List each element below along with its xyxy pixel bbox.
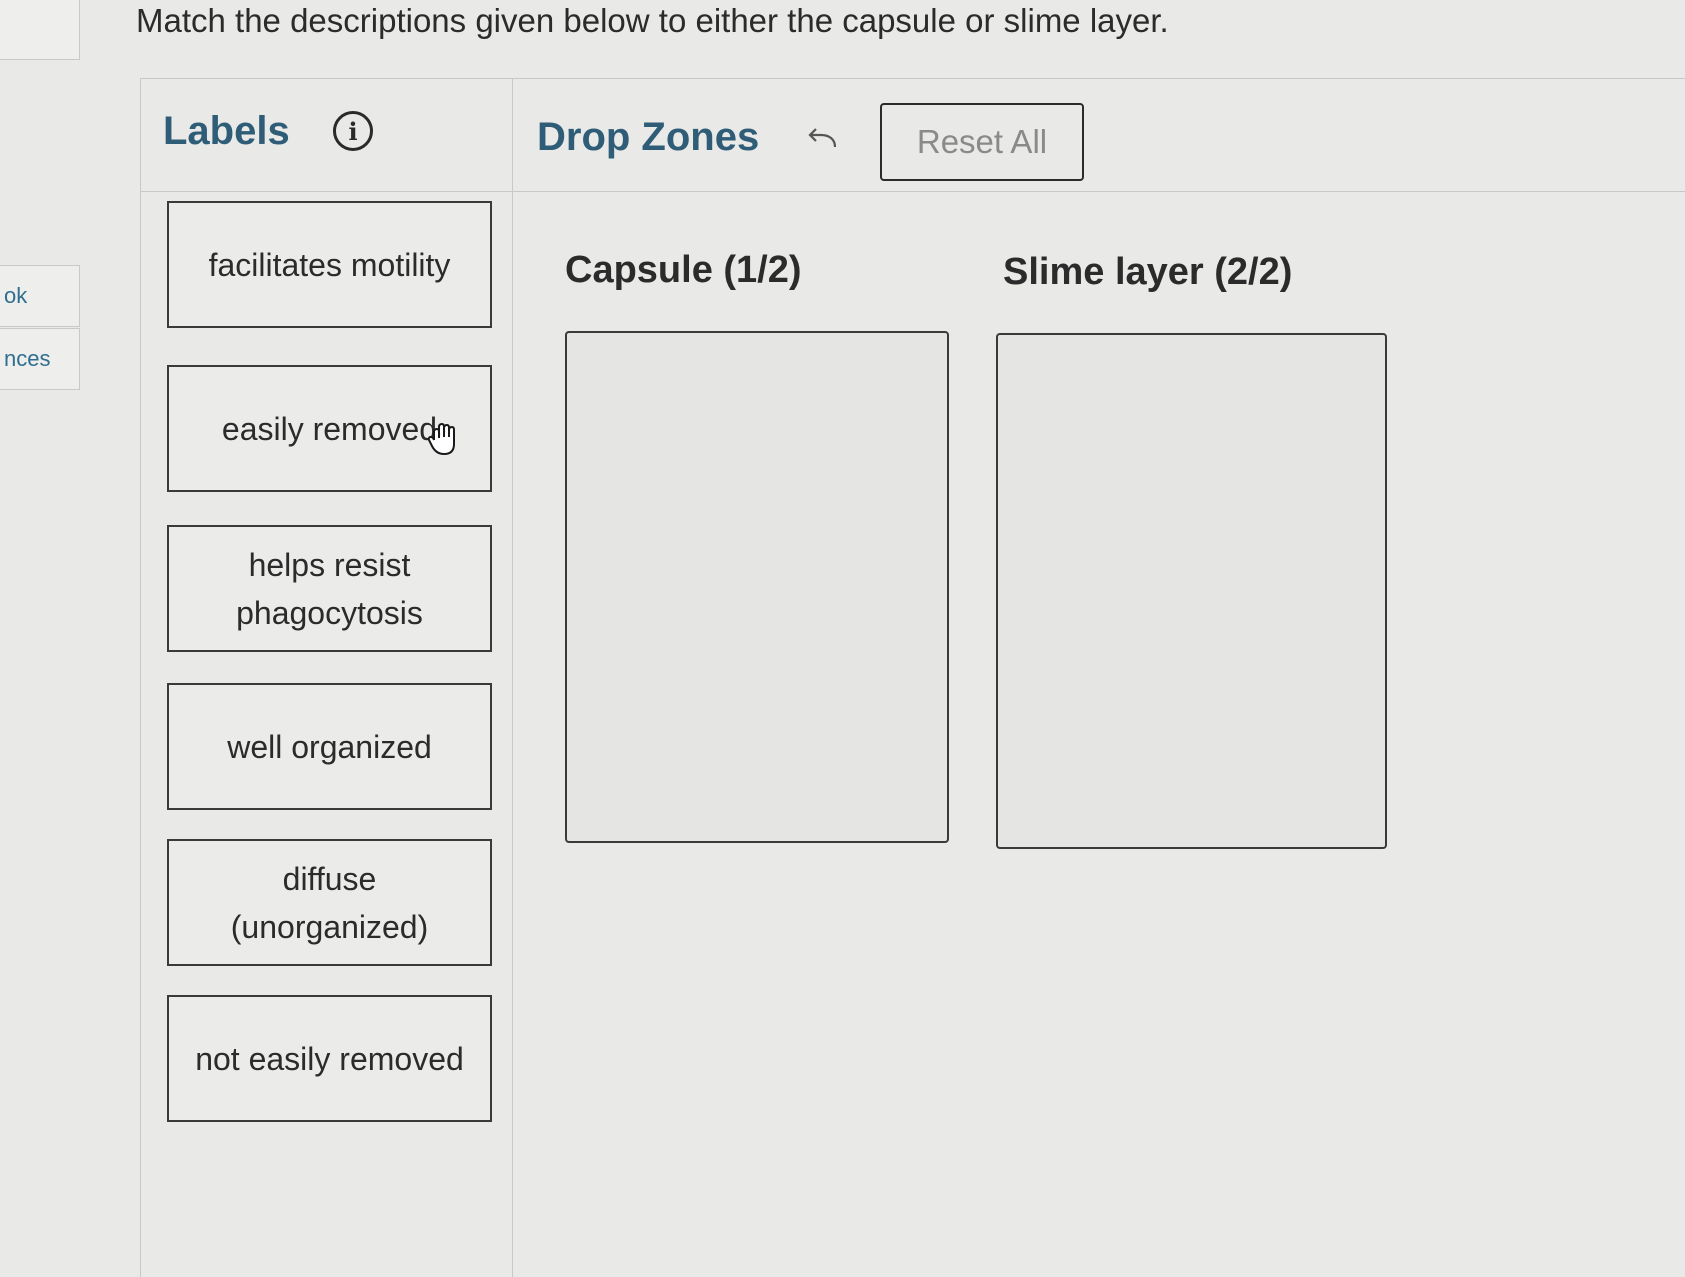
- label-card[interactable]: diffuse (unorganized): [167, 839, 492, 966]
- hand-grab-icon: [427, 423, 455, 455]
- sidebar-tab-label: ok: [4, 283, 28, 308]
- sidebar-tab-ok[interactable]: ok: [0, 265, 80, 327]
- drop-zones-heading: Drop Zones: [537, 115, 760, 159]
- label-card[interactable]: well organized: [167, 683, 492, 810]
- matching-panel: Labels i Drop Zones Reset All facilitate…: [140, 78, 1685, 1277]
- labels-heading: Labels: [163, 109, 290, 153]
- sidebar-tab-top[interactable]: [0, 0, 80, 60]
- undo-icon[interactable]: [805, 123, 841, 159]
- reset-all-button[interactable]: Reset All: [880, 103, 1084, 181]
- capsule-zone-title: Capsule (1/2): [565, 249, 802, 291]
- info-icon[interactable]: i: [333, 111, 373, 151]
- question-prompt: Match the descriptions given below to ei…: [136, 2, 1169, 39]
- header-divider: [141, 191, 1685, 192]
- label-card[interactable]: facilitates motility: [167, 201, 492, 328]
- slime-layer-zone-title: Slime layer (2/2): [1003, 251, 1293, 293]
- sidebar-tab-references[interactable]: nces: [0, 328, 80, 390]
- label-card[interactable]: helps resist phagocytosis: [167, 525, 492, 652]
- column-divider: [512, 79, 513, 1277]
- label-card[interactable]: not easily removed: [167, 995, 492, 1122]
- sidebar-tab-label: nces: [4, 346, 51, 371]
- capsule-drop-zone[interactable]: [565, 331, 949, 843]
- slime-layer-drop-zone[interactable]: [996, 333, 1387, 849]
